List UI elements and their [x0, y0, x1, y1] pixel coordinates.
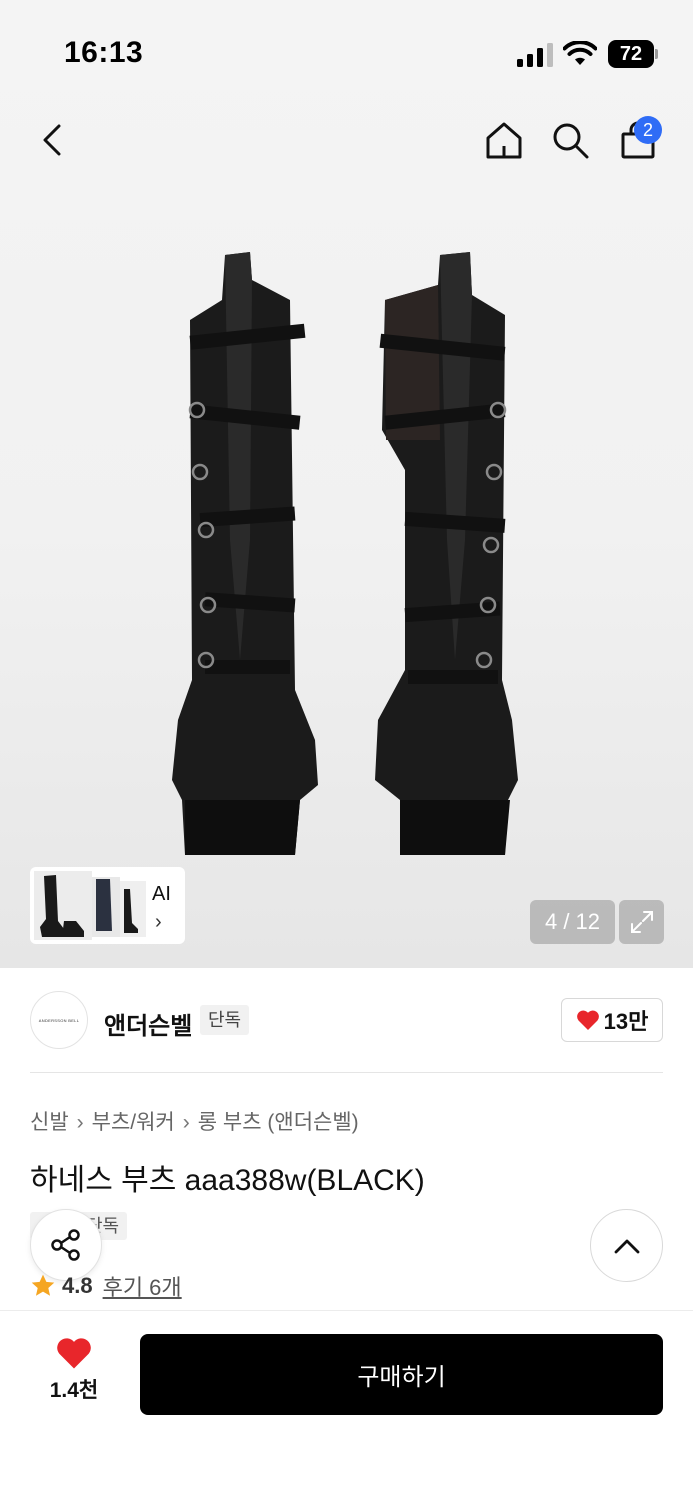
rating-value: 4.8 — [62, 1273, 93, 1298]
ai-label[interactable]: AI — [152, 883, 171, 906]
brand-like-count: 13만 — [603, 1009, 649, 1034]
battery-tip — [655, 49, 658, 59]
buy-button[interactable]: 구매하기 — [140, 1334, 663, 1415]
scroll-to-top-button[interactable] — [590, 1209, 663, 1282]
wifi-icon — [563, 41, 597, 65]
chevron-up-icon — [614, 1239, 639, 1253]
expand-icon — [630, 911, 653, 933]
share-icon — [51, 1229, 80, 1261]
breadcrumb-item[interactable]: 롱 부츠 (앤더슨벨) — [198, 1111, 359, 1134]
status-time: 16:13 — [64, 36, 144, 69]
brand-like-button[interactable]: 13만 — [561, 998, 663, 1042]
brand-logo[interactable]: ANDERSSON BELL — [30, 991, 88, 1049]
breadcrumb: 신발 › 부츠/워커 › 롱 부츠 (앤더슨벨) — [30, 1106, 359, 1136]
heart-icon — [57, 1338, 91, 1369]
rating-row: 4.8 후기 6개 — [30, 1270, 182, 1302]
brand-name[interactable]: 앤더슨벨 — [104, 1006, 192, 1041]
wishlist-button[interactable]: 1.4천 — [36, 1336, 112, 1412]
brand-logo-text: ANDERSSON BELL — [38, 1017, 80, 1023]
battery-level: 72 — [608, 40, 654, 68]
status-bar: 16:13 72 — [0, 0, 693, 100]
review-link[interactable]: 후기 6개 — [103, 1270, 182, 1302]
search-icon — [553, 123, 589, 159]
breadcrumb-item[interactable]: 신발 — [30, 1111, 69, 1134]
battery-indicator: 72 — [608, 40, 658, 68]
breadcrumb-separator: › — [76, 1111, 84, 1134]
thumbnail-images — [34, 871, 146, 940]
wishlist-count: 1.4천 — [49, 1379, 99, 1402]
cart-count-badge: 2 — [634, 116, 662, 144]
search-button[interactable] — [546, 116, 594, 164]
product-image[interactable] — [150, 240, 550, 870]
expand-button[interactable] — [619, 900, 664, 944]
cellular-signal-icon — [517, 43, 553, 67]
product-title: 하네스 부츠 aaa388w(BLACK) — [30, 1164, 425, 1197]
breadcrumb-item[interactable]: 부츠/워커 — [92, 1111, 175, 1134]
chevron-right-icon[interactable]: › — [155, 911, 162, 934]
left-boot — [172, 252, 318, 855]
breadcrumb-separator: › — [182, 1111, 190, 1134]
star-icon — [31, 1274, 55, 1296]
divider — [30, 1072, 663, 1073]
image-page-counter: 4 / 12 — [530, 900, 615, 944]
home-icon — [486, 122, 522, 159]
heart-icon — [576, 1010, 599, 1030]
right-boot — [375, 252, 518, 855]
back-button[interactable] — [28, 116, 76, 164]
home-button[interactable] — [480, 116, 528, 164]
back-icon — [43, 124, 61, 156]
brand-exclusive-tag: 단독 — [200, 1005, 250, 1035]
